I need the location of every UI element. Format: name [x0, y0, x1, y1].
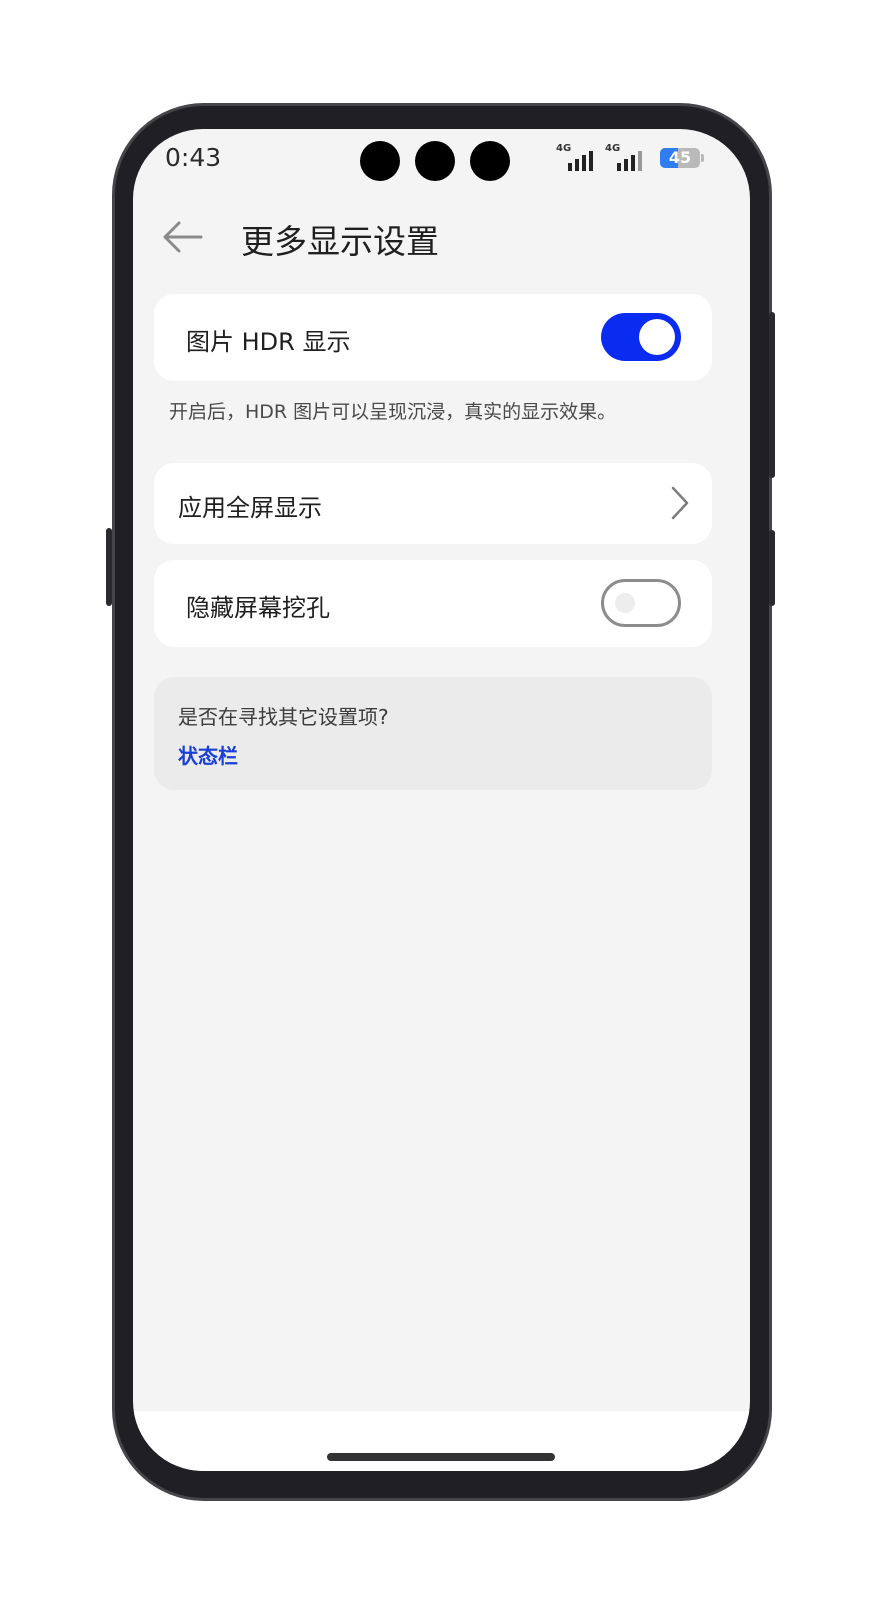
- back-button[interactable]: [161, 219, 205, 255]
- home-indicator[interactable]: [327, 1453, 555, 1461]
- page-title: 更多显示设置: [241, 222, 439, 261]
- hide-notch-label: 隐藏屏幕挖孔: [186, 594, 330, 622]
- fullscreen-apps-label: 应用全屏显示: [178, 494, 322, 522]
- camera-hole-1: [360, 141, 400, 181]
- hide-notch-toggle[interactable]: [601, 579, 681, 627]
- suggestion-card: 是否在寻找其它设置项? 状态栏: [154, 677, 712, 790]
- sim1-network-label: 4G: [556, 143, 572, 154]
- hdr-setting-label: 图片 HDR 显示: [186, 328, 351, 356]
- status-time: 0:43: [165, 143, 222, 172]
- volume-button: [769, 530, 775, 606]
- bottom-bar: [133, 1411, 750, 1471]
- phone-screen: 0:43 4G 4G 45 更多显示设置 图片 HDR 显示 开启后，HDR 图…: [133, 129, 750, 1471]
- side-button-left: [106, 528, 112, 606]
- hdr-toggle[interactable]: [601, 313, 681, 361]
- toggle-knob: [615, 593, 635, 613]
- hdr-setting-card: 图片 HDR 显示: [154, 294, 712, 381]
- toggle-knob: [639, 319, 675, 355]
- status-bar-settings-link[interactable]: 状态栏: [178, 740, 238, 769]
- battery-icon: 45: [660, 148, 700, 168]
- power-button: [769, 312, 775, 478]
- fullscreen-apps-row[interactable]: 应用全屏显示: [154, 463, 712, 544]
- signal-icon-sim1: 4G: [556, 143, 600, 171]
- chevron-right-icon: [671, 486, 689, 520]
- battery-percent: 45: [668, 148, 692, 167]
- hide-notch-setting-card: 隐藏屏幕挖孔: [154, 560, 712, 647]
- signal-icon-sim2: 4G: [605, 143, 649, 171]
- hdr-hint-text: 开启后，HDR 图片可以呈现沉浸，真实的显示效果。: [169, 401, 617, 423]
- suggestion-question: 是否在寻找其它设置项?: [178, 705, 389, 729]
- sim2-network-label: 4G: [605, 143, 621, 154]
- arrow-left-icon: [163, 221, 203, 253]
- camera-hole-2: [415, 141, 455, 181]
- battery-tip: [701, 154, 704, 162]
- camera-hole-3: [470, 141, 510, 181]
